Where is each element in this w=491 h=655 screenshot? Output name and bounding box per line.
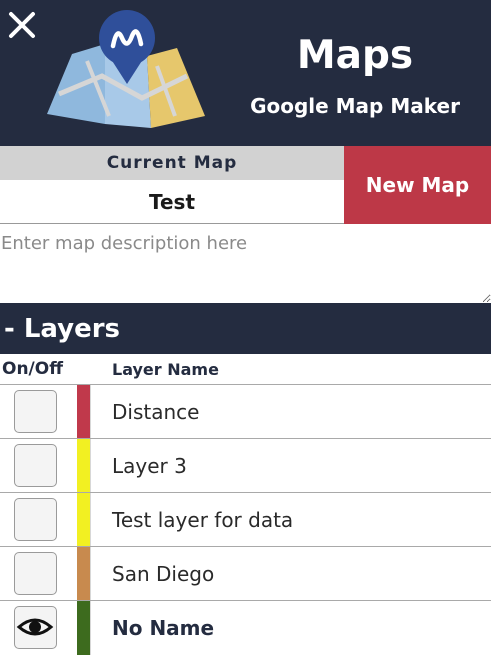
column-header-layer-name: Layer Name [112, 360, 219, 379]
layer-color-swatch[interactable] [77, 547, 90, 601]
layer-row: Test layer for data [0, 492, 491, 547]
row-divider [90, 385, 91, 439]
row-divider [90, 547, 91, 601]
layer-name[interactable]: San Diego [112, 547, 214, 601]
layer-visibility-toggle[interactable] [14, 498, 57, 541]
row-divider [90, 601, 91, 655]
layer-visibility-toggle[interactable] [14, 390, 57, 433]
map-description-field[interactable] [0, 225, 491, 303]
app-title: Maps [296, 33, 414, 78]
layer-name[interactable]: No Name [112, 601, 214, 655]
layer-row: Distance [0, 384, 491, 439]
close-icon[interactable] [7, 10, 37, 40]
layer-name[interactable]: Layer 3 [112, 439, 187, 493]
layer-row: Layer 3 [0, 438, 491, 493]
app-header: Maps Google Map Maker [0, 0, 491, 146]
layer-list: Distance Layer 3 Test layer for data San… [0, 384, 491, 655]
current-map-label: Current Map [0, 146, 344, 180]
new-map-button[interactable]: New Map [344, 146, 491, 224]
column-header-onoff: On/Off [2, 359, 63, 379]
layer-color-swatch[interactable] [77, 439, 90, 493]
layer-visibility-toggle[interactable] [14, 444, 57, 487]
row-divider [90, 439, 91, 493]
current-map-name[interactable]: Test [0, 180, 344, 224]
layer-row: No Name [0, 600, 491, 655]
layer-name[interactable]: Distance [112, 385, 199, 439]
layer-name[interactable]: Test layer for data [112, 493, 293, 547]
row-divider [90, 493, 91, 547]
layer-visibility-toggle[interactable] [14, 606, 57, 649]
layer-color-swatch[interactable] [77, 493, 90, 547]
map-logo-icon [47, 10, 205, 128]
layer-visibility-toggle[interactable] [14, 552, 57, 595]
layer-color-swatch[interactable] [77, 385, 90, 439]
layers-section-header[interactable]: - Layers [0, 303, 491, 354]
layer-color-swatch[interactable] [77, 601, 90, 655]
app-subtitle: Google Map Maker [250, 94, 460, 118]
layer-row: San Diego [0, 546, 491, 601]
layers-heading: - Layers [4, 314, 121, 344]
eye-icon [16, 618, 54, 636]
